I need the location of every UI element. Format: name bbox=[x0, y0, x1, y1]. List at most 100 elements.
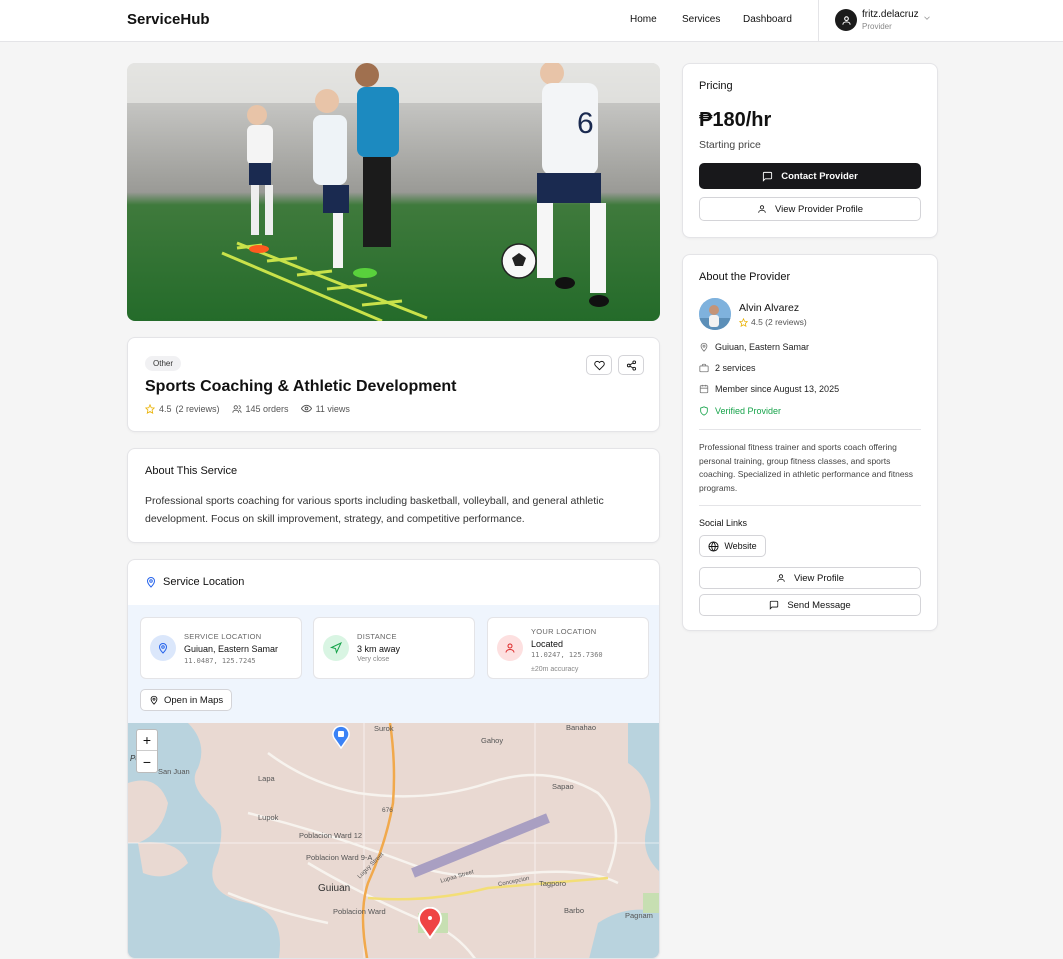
view-provider-profile-button[interactable]: View Provider Profile bbox=[699, 197, 921, 221]
service-title: Sports Coaching & Athletic Development bbox=[145, 378, 457, 395]
view-profile-button[interactable]: View Profile bbox=[699, 567, 921, 589]
navigation-icon bbox=[330, 642, 342, 654]
about-service-card: About This Service Professional sports c… bbox=[127, 448, 660, 543]
divider bbox=[699, 505, 921, 506]
send-message-label: Send Message bbox=[787, 599, 851, 611]
user-location-marker[interactable] bbox=[331, 725, 351, 749]
map-label-banahao: Banahao bbox=[566, 723, 597, 732]
eye-icon bbox=[300, 404, 312, 413]
map-label-barbo: Barbo bbox=[564, 906, 585, 915]
service-location-coords: 11.0487, 125.7245 bbox=[184, 657, 256, 665]
map-pin-icon bbox=[700, 342, 708, 352]
view-profile-label: View Profile bbox=[794, 572, 844, 584]
about-provider-card: About the Provider Alvin Alvarez 4.5 (2 … bbox=[682, 254, 938, 631]
svg-text:6: 6 bbox=[577, 107, 594, 140]
user-icon bbox=[777, 574, 785, 582]
map-label-676: 676 bbox=[382, 807, 393, 814]
chevron-down-icon[interactable] bbox=[922, 13, 932, 23]
globe-icon bbox=[708, 540, 719, 552]
distance-value: 3 km away bbox=[357, 644, 401, 654]
nav-dashboard[interactable]: Dashboard bbox=[743, 14, 792, 25]
distance-sub: Very close bbox=[357, 656, 390, 663]
map-label-sapao: Sapao bbox=[552, 782, 574, 791]
rating-stat: 4.5 (2 reviews) bbox=[145, 403, 220, 414]
open-in-maps-button[interactable]: Open in Maps bbox=[140, 689, 233, 711]
service-location-value: Guiuan, Eastern Samar bbox=[184, 644, 279, 654]
provider-heading: About the Provider bbox=[699, 271, 791, 283]
provider-avatar[interactable] bbox=[699, 298, 731, 330]
your-location-label: YOUR LOCATION bbox=[531, 627, 597, 636]
message-icon bbox=[770, 600, 779, 610]
contact-provider-button[interactable]: Contact Provider bbox=[699, 163, 921, 189]
nav-home[interactable]: Home bbox=[630, 14, 657, 25]
service-location-marker[interactable] bbox=[417, 907, 443, 939]
category-badge: Other bbox=[145, 356, 182, 371]
views-count: 11 views bbox=[315, 403, 350, 414]
location-info-band: SERVICE LOCATION Guiuan, Eastern Samar 1… bbox=[128, 605, 659, 723]
star-icon bbox=[739, 317, 748, 327]
map-label-pagnam: Pagnam bbox=[625, 911, 653, 920]
service-meta: 4.5 (2 reviews) 145 orders 11 views bbox=[145, 403, 362, 414]
location-heading-text: Service Location bbox=[163, 576, 245, 588]
map-label-gahoy: Gahoy bbox=[481, 736, 504, 745]
map-label-ward-12: Poblacion Ward 12 bbox=[299, 831, 363, 840]
map-label-tagporo: Tagporo bbox=[539, 879, 567, 888]
map-label-san-juan: San Juan bbox=[158, 767, 190, 776]
about-text: Professional sports coaching for various… bbox=[145, 495, 604, 525]
orders-stat: 145 orders bbox=[231, 404, 289, 414]
map-zoom-control: + − bbox=[136, 729, 158, 773]
user-icon bbox=[505, 643, 515, 653]
view-provider-profile-label: View Provider Profile bbox=[774, 203, 863, 215]
map-label-guiuan: Guiuan bbox=[318, 883, 351, 894]
divider bbox=[699, 429, 921, 430]
your-location-value: Located bbox=[531, 639, 564, 649]
share-button[interactable] bbox=[618, 355, 644, 375]
map-label-ward-9a: Poblacion Ward 9-A bbox=[306, 853, 373, 862]
heart-icon bbox=[593, 360, 605, 370]
service-location-icon-wrap bbox=[150, 635, 176, 661]
social-links-label: Social Links bbox=[699, 518, 748, 528]
service-location-label: SERVICE LOCATION bbox=[184, 632, 262, 641]
map-label-ward: Poblacion Ward bbox=[333, 907, 386, 916]
price-value: ₱180/hr bbox=[699, 109, 772, 131]
open-in-maps-label: Open in Maps bbox=[164, 694, 224, 706]
provider-verified: Verified Provider bbox=[715, 406, 782, 416]
website-button[interactable]: Website bbox=[699, 535, 766, 557]
zoom-in-button[interactable]: + bbox=[137, 730, 157, 751]
user-avatar[interactable] bbox=[835, 9, 857, 31]
shield-icon bbox=[700, 406, 708, 416]
favorite-button[interactable] bbox=[586, 355, 612, 375]
send-message-button[interactable]: Send Message bbox=[699, 594, 921, 616]
map-pin-icon bbox=[146, 577, 156, 588]
message-icon bbox=[763, 171, 773, 182]
top-navbar: ServiceHub Home Services Dashboard fritz… bbox=[0, 0, 1063, 42]
provider-rating-text: 4.5 (2 reviews) bbox=[751, 317, 807, 327]
share-icon bbox=[626, 359, 636, 371]
about-heading: About This Service bbox=[145, 465, 238, 477]
map-label-lapa: Lapa bbox=[258, 774, 275, 783]
map-pin-icon bbox=[150, 695, 158, 705]
contact-provider-label: Contact Provider bbox=[781, 170, 858, 182]
provider-bio: Professional fitness trainer and sports … bbox=[699, 442, 914, 493]
provider-member-row: Member since August 13, 2025 bbox=[699, 384, 839, 394]
your-location-box: YOUR LOCATION Located 11.0247, 125.7360 … bbox=[487, 617, 649, 679]
nav-services[interactable]: Services bbox=[682, 14, 720, 25]
your-location-coords: 11.0247, 125.7360 bbox=[531, 651, 603, 659]
provider-location-row: Guiuan, Eastern Samar bbox=[699, 342, 809, 352]
zoom-out-button[interactable]: − bbox=[137, 751, 157, 772]
provider-name[interactable]: Alvin Alvarez bbox=[739, 302, 799, 314]
location-heading: Service Location bbox=[145, 576, 244, 588]
user-icon bbox=[758, 205, 766, 213]
pricing-label: Pricing bbox=[699, 80, 733, 92]
user-name[interactable]: fritz.delacruz bbox=[862, 9, 919, 20]
map-pin-icon bbox=[158, 643, 168, 654]
website-label: Website bbox=[724, 541, 757, 551]
star-icon bbox=[145, 403, 155, 414]
nav-divider bbox=[818, 0, 819, 42]
rating-reviews: (2 reviews) bbox=[175, 403, 220, 414]
users-icon bbox=[231, 404, 242, 413]
brand-logo[interactable]: ServiceHub bbox=[127, 11, 210, 28]
location-map[interactable]: Surok Banahao Gahoy San Juan Lapa Sapao … bbox=[128, 722, 659, 958]
service-location-card: Service Location SERVICE LOCATION Guiuan… bbox=[127, 559, 660, 959]
your-location-icon-wrap bbox=[497, 635, 523, 661]
